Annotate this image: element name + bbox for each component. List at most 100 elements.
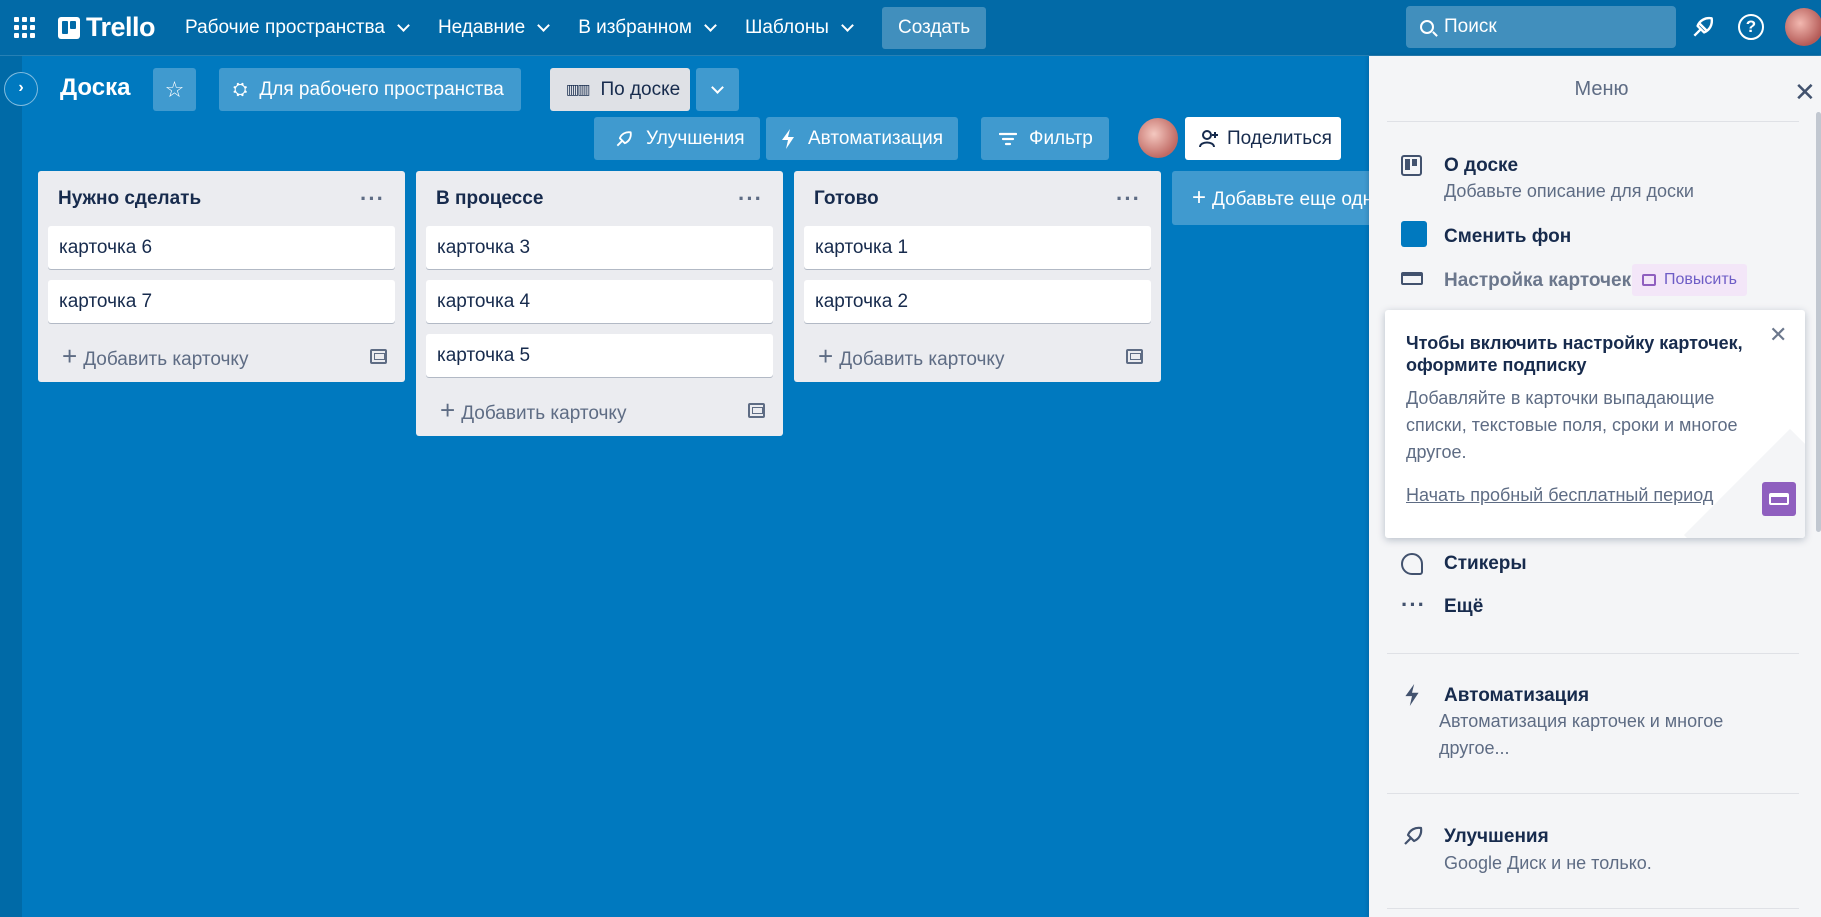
star-icon: ☆ (164, 76, 185, 102)
board-view-button[interactable]: ▥▥ По доске (550, 68, 690, 111)
card[interactable]: карточка 1 (804, 226, 1151, 269)
sidebar-expand-button[interactable]: › (4, 72, 38, 106)
list-in-progress: В процессе ··· карточка 3 карточка 4 кар… (416, 171, 783, 436)
add-card-label: Добавить карточку (83, 348, 249, 370)
trello-logo-text: Trello (86, 12, 156, 42)
board-view-label: По доске (600, 78, 681, 100)
card-template-icon[interactable] (370, 348, 387, 364)
list-title[interactable]: В процессе (436, 188, 543, 210)
divider (1387, 653, 1799, 654)
close-icon[interactable]: ✕ (1794, 77, 1816, 108)
nav-starred[interactable]: В избранном (578, 16, 717, 39)
nav-workspaces[interactable]: Рабочие пространства (185, 16, 410, 39)
nav-templates-label: Шаблоны (744, 16, 829, 38)
add-card-button[interactable]: + Добавить карточку (416, 384, 783, 436)
menu-about-board[interactable]: О доске (1444, 155, 1518, 177)
menu-automation[interactable]: Автоматизация (1444, 685, 1589, 707)
popup-title: Чтобы включить настройку карточек, оформ… (1406, 333, 1743, 375)
user-avatar[interactable] (1785, 8, 1821, 46)
popup-body: Добавляйте в карточки выпадающие списки,… (1406, 388, 1738, 462)
list-actions-icon[interactable]: ··· (1116, 186, 1141, 212)
list-done: Готово ··· карточка 1 карточка 2 + Добави… (794, 171, 1161, 382)
menu-scrollbar[interactable] (1816, 112, 1821, 532)
filter-button[interactable]: Фильтр (981, 117, 1109, 160)
add-card-label: Добавить карточку (839, 348, 1005, 370)
list-actions-icon[interactable]: ··· (360, 186, 385, 212)
nav-workspaces-label: Рабочие пространства (185, 16, 385, 38)
nav-templates[interactable]: Шаблоны (744, 16, 854, 39)
divider (1387, 793, 1799, 794)
workspace-sidebar-collapsed (0, 56, 22, 917)
list-title[interactable]: Нужно сделать (58, 188, 201, 210)
card[interactable]: карточка 3 (426, 226, 773, 269)
chevron-down-icon (537, 18, 551, 32)
add-card-button[interactable]: + Добавить карточку (38, 330, 405, 382)
menu-powerups-desc: Google Диск и не только. (1444, 853, 1652, 873)
card[interactable]: карточка 6 (48, 226, 395, 269)
share-label: Поделиться (1227, 127, 1332, 149)
card-template-icon[interactable] (1126, 348, 1143, 364)
card-settings-icon (1401, 272, 1423, 285)
search-icon (1420, 20, 1434, 34)
chevron-down-icon (711, 80, 724, 94)
app-switcher-icon[interactable] (14, 17, 36, 39)
card-template-icon[interactable] (748, 402, 765, 418)
filter-icon (999, 132, 1017, 145)
chevron-down-icon (841, 18, 854, 32)
board-member-avatar[interactable] (1138, 118, 1178, 158)
add-card-label: Добавить карточку (461, 402, 627, 424)
nav-starred-label: В избранном (578, 16, 692, 38)
automation-button[interactable]: Автоматизация (766, 117, 958, 160)
board-menu-panel: Меню ✕ О доске Добавьте описание для дос… (1369, 56, 1821, 917)
sticker-icon (1401, 553, 1423, 575)
powerups-label: Улучшения (646, 127, 745, 149)
divider (1387, 121, 1799, 122)
add-card-button[interactable]: + Добавить карточку (794, 330, 1161, 382)
list-title[interactable]: Готово (814, 188, 879, 210)
search-input[interactable]: Поиск (1406, 6, 1676, 48)
star-board-button[interactable]: ☆ (153, 68, 196, 111)
list-header[interactable]: В процессе ··· (416, 171, 783, 226)
board-title[interactable]: Доска (60, 74, 130, 102)
list-header[interactable]: Нужно сделать ··· (38, 171, 405, 226)
nav-recent-label: Недавние (437, 16, 526, 38)
divider (1387, 908, 1799, 909)
whats-new-icon[interactable] (1690, 14, 1716, 40)
menu-stickers[interactable]: Стикеры (1444, 553, 1527, 575)
menu-more[interactable]: Ещё (1444, 596, 1483, 618)
list-header[interactable]: Готово ··· (794, 171, 1161, 226)
card[interactable]: карточка 4 (426, 280, 773, 323)
add-list-label: Добавьте еще одну колонку (1212, 189, 1372, 210)
menu-card-settings[interactable]: Настройка карточек (1444, 270, 1631, 292)
card[interactable]: карточка 7 (48, 280, 395, 323)
more-icon: ··· (1401, 592, 1426, 617)
share-button[interactable]: Поделиться (1185, 117, 1341, 160)
nav-recent[interactable]: Недавние (437, 16, 551, 39)
create-button[interactable]: Создать (881, 6, 987, 49)
card-settings-upsell-popup: Чтобы включить настройку карточек, оформ… (1385, 310, 1805, 538)
card[interactable]: карточка 2 (804, 280, 1151, 323)
rocket-icon (616, 130, 632, 146)
view-switcher-dropdown[interactable] (696, 68, 739, 111)
add-list-button[interactable]: +Добавьте еще одну колонку (1172, 171, 1372, 225)
plus-icon: + (440, 394, 456, 425)
upgrade-icon (1642, 274, 1656, 286)
bolt-icon (782, 128, 794, 149)
close-icon[interactable]: ✕ (1769, 322, 1787, 348)
background-swatch-icon (1401, 221, 1427, 247)
search-placeholder: Поиск (1444, 16, 1497, 37)
menu-change-background[interactable]: Сменить фон (1444, 226, 1571, 248)
powerups-button[interactable]: Улучшения (594, 117, 760, 160)
card[interactable]: карточка 5 (426, 334, 773, 377)
upgrade-badge[interactable]: Повысить (1632, 264, 1747, 296)
filter-label: Фильтр (1029, 127, 1093, 149)
menu-powerups[interactable]: Улучшения (1444, 826, 1549, 848)
start-trial-link[interactable]: Начать пробный бесплатный период (1406, 485, 1713, 506)
trello-logo[interactable]: Trello (58, 12, 156, 43)
list-actions-icon[interactable]: ··· (738, 186, 763, 212)
list-todo: Нужно сделать ··· карточка 6 карточка 7 … (38, 171, 405, 382)
trello-logo-icon (58, 16, 80, 39)
workspace-visibility-button[interactable]: ⛭ Для рабочего пространства (219, 68, 521, 111)
upgrade-label: Повысить (1664, 271, 1737, 288)
help-icon[interactable]: ? (1738, 14, 1764, 40)
